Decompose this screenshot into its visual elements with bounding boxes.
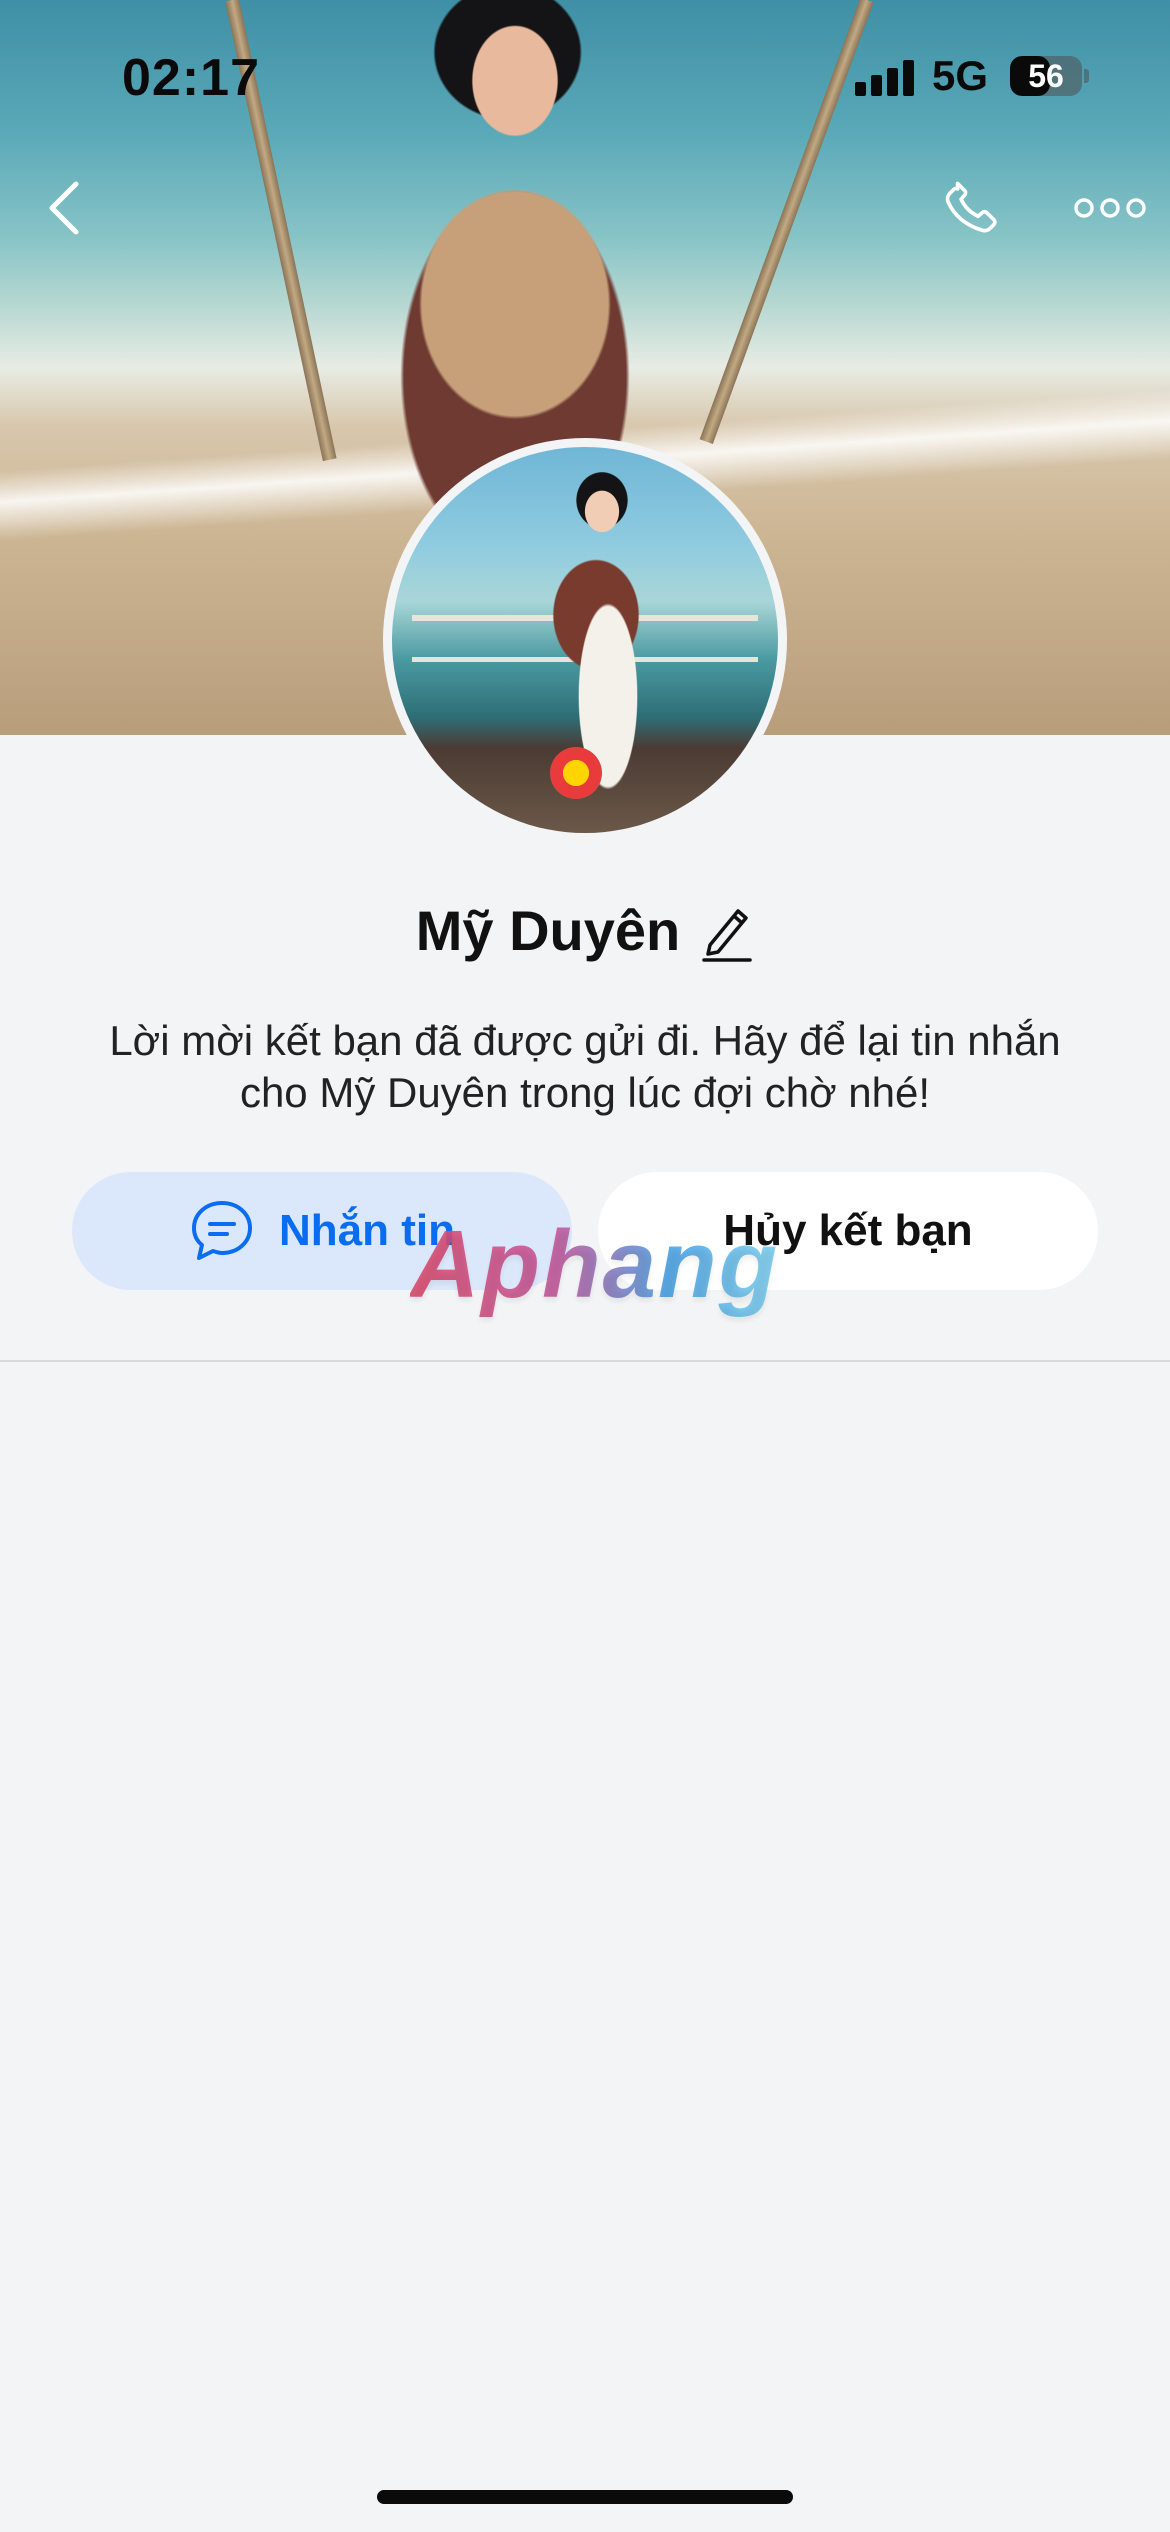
phone-icon	[945, 181, 997, 233]
section-divider	[0, 1360, 1170, 1362]
pencil-icon[interactable]	[700, 899, 754, 963]
more-button[interactable]	[1065, 168, 1155, 248]
profile-avatar[interactable]	[383, 438, 787, 842]
flower-sticker-icon	[550, 747, 602, 799]
status-bar: 02:17 5G 56	[0, 0, 1170, 150]
chat-bubble-icon	[192, 1201, 252, 1260]
profile-name: Mỹ Duyên	[415, 899, 681, 962]
signal-icon	[855, 60, 915, 96]
call-button[interactable]	[932, 168, 1012, 248]
battery-cap	[1084, 69, 1089, 83]
profile-name-row: Mỹ Duyên	[0, 898, 1170, 963]
battery-percent: 56	[1028, 58, 1064, 94]
home-indicator[interactable]	[377, 2490, 793, 2504]
chevron-left-icon	[49, 181, 79, 235]
back-button[interactable]	[24, 168, 104, 248]
status-time: 02:17	[122, 49, 260, 107]
watermark-logo: Aphang	[410, 1211, 780, 1318]
battery-icon: 56	[1010, 56, 1082, 96]
friend-request-message: Lời mời kết bạn đã được gửi đi. Hãy để l…	[109, 1017, 1061, 1116]
more-horizontal-icon	[1074, 198, 1146, 218]
avatar-image	[392, 447, 778, 833]
network-type: 5G	[932, 52, 989, 99]
